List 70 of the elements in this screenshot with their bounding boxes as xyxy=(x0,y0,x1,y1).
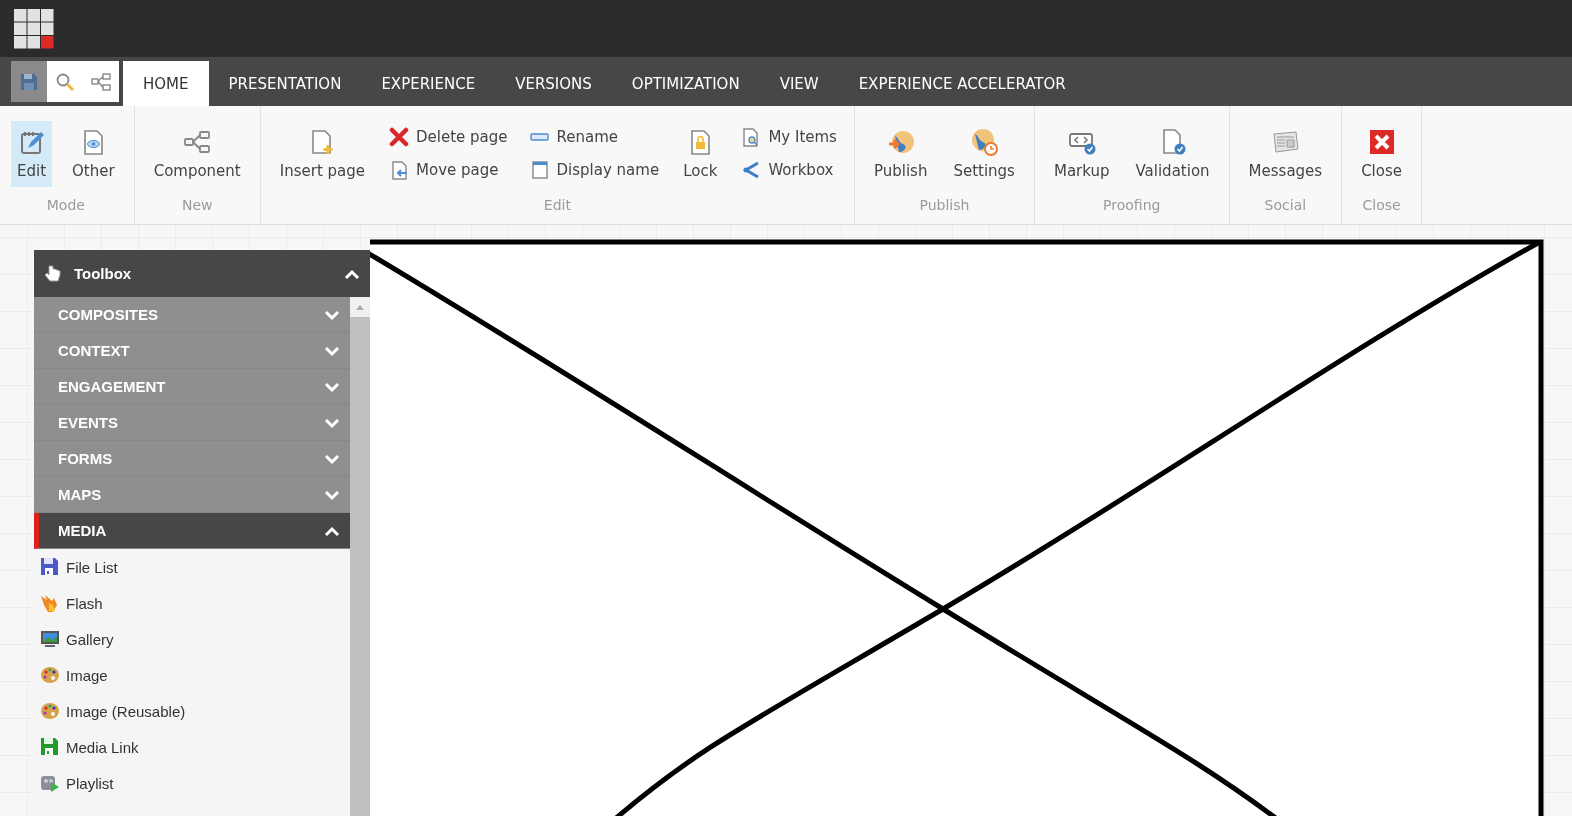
ribbon-button[interactable]: Delete page xyxy=(385,126,512,147)
scrollbar[interactable] xyxy=(350,297,370,816)
toolbox-item[interactable]: Flash xyxy=(34,585,350,621)
palette-icon xyxy=(40,665,60,685)
chevron-down-icon xyxy=(324,416,340,429)
ribbon-button[interactable]: Lock xyxy=(677,121,724,187)
toolbox-item[interactable]: Image xyxy=(34,657,350,693)
move-page-icon xyxy=(389,159,409,180)
ribbon-tab[interactable]: HOME xyxy=(123,61,209,106)
delete-icon xyxy=(389,126,409,147)
ribbon-button[interactable]: My Items xyxy=(737,126,841,147)
ribbon-button[interactable]: Markup xyxy=(1047,121,1116,187)
globe-arrow-icon xyxy=(886,128,915,156)
save-icon xyxy=(19,71,39,92)
tree-icon xyxy=(91,71,111,92)
ribbon-button[interactable]: Workbox xyxy=(737,159,841,180)
ribbon-button[interactable]: Validation xyxy=(1129,121,1216,187)
panel-title: Toolbox xyxy=(74,265,133,282)
ribbon-button[interactable]: Other xyxy=(66,121,121,187)
ribbon-button[interactable]: Insert page xyxy=(273,121,371,187)
chevron-down-icon xyxy=(324,452,340,465)
chevron-down-icon xyxy=(324,488,340,501)
globe-clock-icon xyxy=(970,128,999,156)
group-label: Edit xyxy=(542,196,572,215)
chevron-down-icon xyxy=(324,380,340,393)
search-icon xyxy=(55,71,75,92)
close-icon xyxy=(1367,128,1396,156)
monitor-picture-icon xyxy=(40,629,60,649)
palette-icon xyxy=(40,701,60,721)
toolbox-item[interactable]: Playlist xyxy=(34,765,350,801)
section-header[interactable]: MEDIA xyxy=(34,513,350,549)
hand-pointer-icon xyxy=(42,263,62,284)
group-label: Close xyxy=(1361,196,1402,215)
ribbon-button[interactable]: Settings xyxy=(947,121,1021,187)
chevron-up-icon xyxy=(324,524,340,537)
scroll-up-icon xyxy=(356,304,364,310)
ribbon-tab[interactable]: EXPERIENCE xyxy=(361,61,496,106)
chevron-up-icon xyxy=(344,267,360,280)
ribbon-tab[interactable]: OPTIMIZATION xyxy=(611,61,760,106)
ribbon-button[interactable]: Rename xyxy=(525,126,664,147)
film-play-icon xyxy=(40,773,60,793)
newspaper-icon xyxy=(1271,128,1300,156)
toolbox-item[interactable]: Gallery xyxy=(34,621,350,657)
ribbon-button[interactable]: Close xyxy=(1355,121,1408,187)
ribbon-tab[interactable]: VIEW xyxy=(759,61,839,106)
toolbox-item[interactable]: Media Link xyxy=(34,729,350,765)
ribbon-button[interactable]: Edit xyxy=(11,121,53,187)
group-label: Mode xyxy=(45,196,86,215)
chevron-down-icon xyxy=(324,344,340,357)
group-label: Social xyxy=(1263,196,1308,215)
component-icon xyxy=(183,128,212,156)
group-label: Publish xyxy=(918,196,971,215)
ribbon-button[interactable]: Messages xyxy=(1242,121,1329,187)
toolbar-button[interactable] xyxy=(11,61,47,102)
group-label: New xyxy=(180,196,214,215)
ribbon-tab[interactable]: PRESENTATION xyxy=(208,61,362,106)
app-launcher-icon[interactable] xyxy=(14,8,54,49)
ribbon-button[interactable]: Move page xyxy=(385,159,512,180)
group-label: Proofing xyxy=(1102,196,1162,215)
toolbox-item[interactable]: Image (Reusable) xyxy=(34,693,350,729)
chevron-down-icon xyxy=(324,308,340,321)
ribbon-button[interactable]: Display name xyxy=(525,159,664,180)
ribbon-button[interactable]: Component xyxy=(147,121,247,187)
toolbox-item[interactable]: File List xyxy=(34,549,350,585)
flame-icon xyxy=(40,593,60,613)
ribbon-tab[interactable]: EXPERIENCE ACCELERATOR xyxy=(838,61,1086,106)
ribbon-tab[interactable]: VERSIONS xyxy=(495,61,612,106)
window-icon xyxy=(529,159,550,180)
ribbon-button[interactable]: Publish xyxy=(867,121,934,187)
collapse-button[interactable] xyxy=(344,267,360,280)
